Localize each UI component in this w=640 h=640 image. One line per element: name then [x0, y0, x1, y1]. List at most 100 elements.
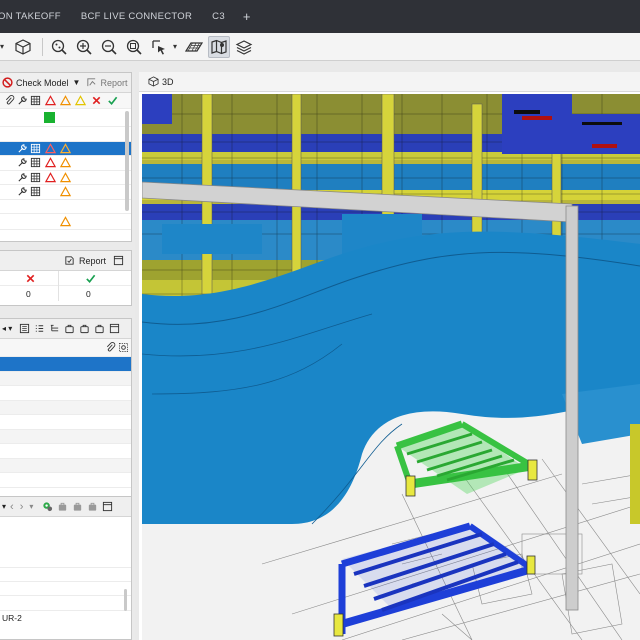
layers-icon[interactable]	[233, 36, 255, 58]
check-model-button[interactable]: Check Model	[16, 78, 69, 88]
table-icon	[29, 171, 41, 183]
issue-row[interactable]	[0, 386, 131, 401]
vertical-scrollbar[interactable]	[124, 589, 127, 611]
chevron-down-icon[interactable]: ▾	[29, 502, 33, 511]
results-summary-header: Report	[0, 251, 131, 271]
zoom-window-icon[interactable]	[123, 36, 145, 58]
summary-icons-row	[0, 271, 131, 286]
error-x-icon	[90, 95, 102, 107]
checkmark-icon	[84, 272, 96, 284]
select-tool-icon[interactable]	[148, 36, 170, 58]
issue-row-selected[interactable]	[0, 357, 131, 372]
3d-viewport[interactable]	[142, 94, 640, 640]
issue-row[interactable]	[0, 429, 131, 444]
major-triangle-icon	[59, 142, 71, 154]
bag-icon[interactable]	[78, 323, 90, 335]
window-icon[interactable]	[108, 323, 120, 335]
wrench-icon	[16, 186, 28, 198]
group-icon[interactable]	[18, 323, 30, 335]
rule-row[interactable]	[0, 185, 131, 200]
prev-icon[interactable]: ‹	[10, 501, 14, 513]
rule-row[interactable]	[0, 127, 131, 142]
3d-scene	[142, 94, 640, 640]
top-tab-bar: ON TAKEOFF BCF LIVE CONNECTOR C3 +	[0, 0, 640, 33]
chevron-down-icon[interactable]: ◂ ▾	[2, 324, 12, 333]
window-icon[interactable]	[101, 501, 113, 513]
tab-takeoff[interactable]: ON TAKEOFF	[0, 11, 71, 22]
check-columns-header	[0, 93, 131, 109]
steel-column	[630, 424, 640, 524]
box-view-icon[interactable]	[12, 36, 34, 58]
next-icon[interactable]: ›	[20, 501, 24, 513]
bag-icon[interactable]	[86, 501, 98, 513]
minor-triangle-icon	[74, 95, 86, 107]
viewpoint-row[interactable]	[0, 582, 131, 596]
report-button[interactable]: Report	[100, 78, 127, 88]
summary-report-button[interactable]: Report	[79, 256, 106, 266]
table-icon	[29, 142, 41, 154]
section-plane-icon[interactable]	[183, 36, 205, 58]
rule-row-selected[interactable]	[0, 141, 131, 156]
window-icon[interactable]	[112, 255, 124, 267]
report-icon[interactable]	[86, 77, 97, 89]
cube-icon	[147, 76, 159, 88]
chevron-down-icon[interactable]: ▼	[73, 78, 81, 87]
issue-row[interactable]	[0, 415, 131, 430]
tab-bcf-live-connector[interactable]: BCF LIVE CONNECTOR	[71, 11, 202, 22]
rule-row[interactable]	[0, 109, 131, 127]
major-triangle-icon	[59, 157, 71, 169]
issue-row[interactable]	[0, 473, 131, 488]
zoom-fit-icon[interactable]	[48, 36, 70, 58]
bag-icon[interactable]	[71, 501, 83, 513]
rule-row[interactable]	[0, 214, 131, 230]
summary-counts-row: 0 0	[0, 271, 131, 301]
major-triangle-icon	[59, 186, 71, 198]
results-summary-pane: Report 0 0	[0, 250, 132, 306]
attachment-icon	[104, 342, 116, 354]
critical-triangle-icon	[44, 142, 56, 154]
map-view-icon[interactable]	[208, 35, 231, 58]
issue-row[interactable]	[0, 400, 131, 415]
zoom-out-icon[interactable]	[98, 36, 120, 58]
wrench-icon	[16, 95, 28, 107]
major-triangle-icon	[59, 216, 71, 228]
rule-row[interactable]	[0, 171, 131, 185]
issues-column-header	[0, 339, 131, 357]
viewpoints-toolbar: ▾ ‹ › ▾	[0, 497, 131, 517]
issue-row[interactable]	[0, 458, 131, 473]
viewpoint-row[interactable]: UR-2	[0, 611, 131, 626]
column-divider	[58, 271, 59, 301]
viewpoint-row[interactable]	[0, 567, 131, 582]
zoom-in-icon[interactable]	[73, 36, 95, 58]
error-count: 0	[26, 288, 31, 299]
rule-row[interactable]	[0, 200, 131, 214]
bag-icon[interactable]	[93, 323, 105, 335]
major-triangle-icon	[59, 95, 71, 107]
chevron-down-icon[interactable]: ▾	[173, 42, 177, 51]
hierarchy-icon[interactable]	[48, 323, 60, 335]
bag-icon[interactable]	[56, 501, 68, 513]
tab-c3[interactable]: C3	[202, 11, 235, 22]
no-entry-icon[interactable]	[2, 77, 13, 89]
issues-toolbar: ◂ ▾	[0, 319, 131, 339]
main-toolbar: ▾ ▾	[0, 33, 640, 61]
check-model-pane: Check Model ▼ Report	[0, 72, 132, 242]
vertical-scrollbar[interactable]	[125, 111, 129, 211]
table-icon	[29, 186, 41, 198]
gear-icon[interactable]	[41, 501, 53, 513]
viewpoint-spacer	[0, 517, 131, 567]
chevron-down-icon[interactable]: ▾	[2, 502, 6, 511]
chevron-down-icon[interactable]: ▾	[0, 42, 4, 51]
add-tab-button[interactable]: +	[235, 9, 259, 24]
settings-check-icon[interactable]	[64, 255, 76, 267]
list-icon[interactable]	[33, 323, 45, 335]
issue-row[interactable]	[0, 371, 131, 386]
issue-row[interactable]	[0, 444, 131, 459]
viewpoint-label: UR-2	[2, 612, 22, 623]
rule-row[interactable]	[0, 156, 131, 171]
critical-triangle-icon	[44, 171, 56, 183]
viewpoint-row[interactable]	[0, 596, 131, 611]
table-icon	[29, 157, 41, 169]
bag-icon[interactable]	[63, 323, 75, 335]
viewport-tab-3d[interactable]: 3D	[162, 77, 174, 87]
